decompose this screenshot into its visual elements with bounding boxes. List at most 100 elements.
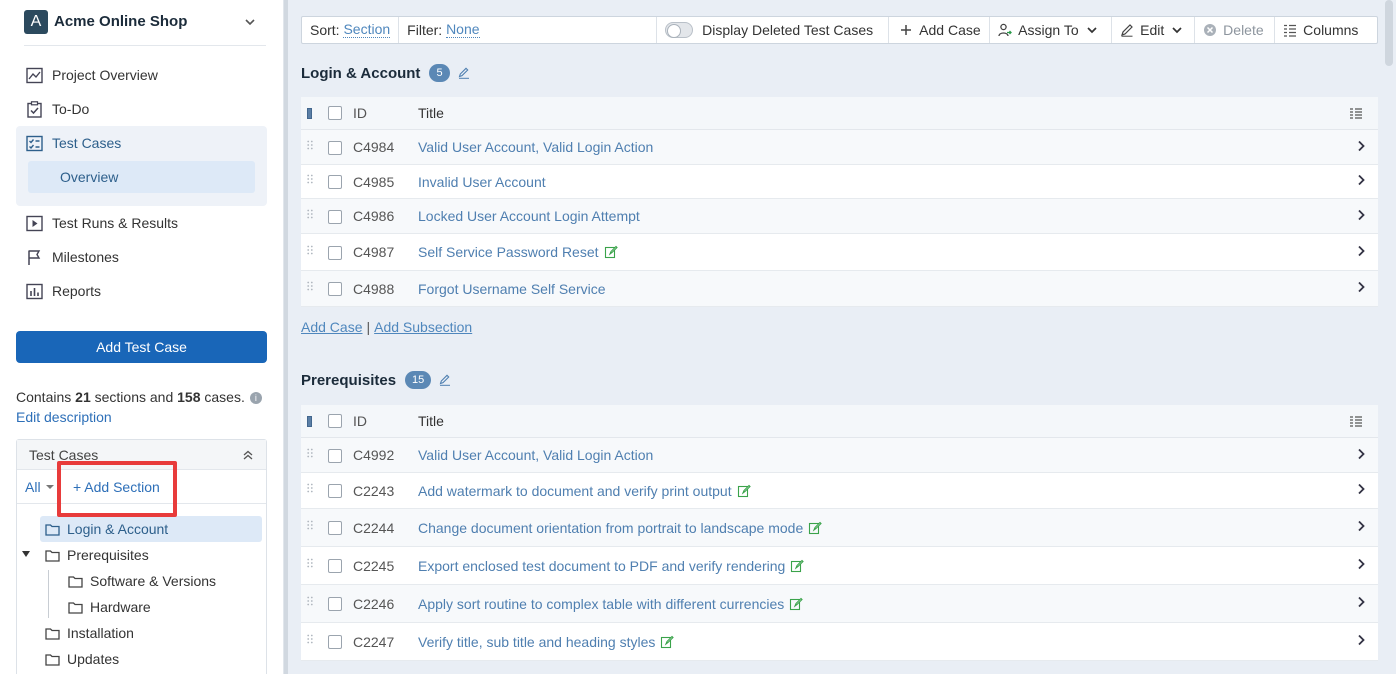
filter-control[interactable]: Filter: None	[399, 17, 658, 43]
project-switcher[interactable]: A Acme Online Shop	[24, 10, 266, 46]
columns-icon[interactable]	[1350, 108, 1362, 119]
case-title-link[interactable]: Self Service Password Reset	[418, 244, 618, 260]
table-row[interactable]: C4987 Self Service Password Reset	[301, 234, 1378, 271]
row-checkbox[interactable]	[328, 245, 342, 260]
nav-reports[interactable]: Reports	[16, 274, 267, 308]
column-header-title[interactable]: Title	[418, 105, 444, 121]
table-row[interactable]: C4992 Valid User Account, Valid Login Act…	[301, 438, 1378, 473]
drag-handle-icon[interactable]	[307, 140, 313, 150]
tree-node-installation[interactable]: Installation	[45, 620, 134, 646]
columns-button[interactable]: Columns	[1275, 17, 1377, 43]
nav-todo[interactable]: To-Do	[16, 92, 267, 126]
columns-icon[interactable]	[1350, 416, 1362, 427]
splitter[interactable]	[284, 0, 288, 674]
tree-node-hardware[interactable]: Hardware	[68, 594, 151, 620]
column-header-title[interactable]: Title	[418, 413, 444, 429]
nav-project-overview[interactable]: Project Overview	[16, 58, 267, 92]
chevron-right-icon[interactable]	[1357, 520, 1365, 532]
drag-handle-icon[interactable]	[307, 448, 313, 458]
add-case-link[interactable]: Add Case	[301, 319, 362, 335]
expand-triangle-icon[interactable]	[22, 551, 30, 557]
case-title-link[interactable]: Invalid User Account	[418, 174, 546, 190]
table-row[interactable]: C2243 Add watermark to document and verif…	[301, 473, 1378, 509]
add-case-button[interactable]: Add Case	[889, 17, 991, 43]
chevron-right-icon[interactable]	[1357, 558, 1365, 570]
chevron-right-icon[interactable]	[1357, 245, 1365, 257]
chevron-right-icon[interactable]	[1357, 483, 1365, 495]
row-checkbox[interactable]	[328, 175, 342, 189]
table-row[interactable]: C4984 Valid User Account, Valid Login Act…	[301, 130, 1378, 165]
info-icon[interactable]: i	[249, 392, 262, 404]
case-title-link[interactable]: Valid User Account, Valid Login Action	[418, 139, 653, 155]
row-checkbox[interactable]	[328, 484, 342, 498]
table-row[interactable]: C2245 Export enclosed test document to PD…	[301, 547, 1378, 585]
chevron-right-icon[interactable]	[1357, 209, 1365, 221]
edit-pencil-icon[interactable]	[458, 67, 470, 79]
delete-button[interactable]: Delete	[1195, 17, 1276, 43]
table-row[interactable]: C2246 Apply sort routine to complex table…	[301, 585, 1378, 623]
tree-node-software-versions[interactable]: Software & Versions	[68, 568, 216, 594]
edit-dropdown[interactable]: Edit	[1112, 17, 1196, 43]
row-checkbox[interactable]	[328, 597, 342, 611]
case-title-link[interactable]: Forgot Username Self Service	[418, 281, 606, 297]
drag-handle-icon[interactable]	[307, 483, 313, 493]
row-checkbox[interactable]	[328, 140, 342, 155]
table-row[interactable]: C2244 Change document orientation from po…	[301, 509, 1378, 547]
filter-value-link[interactable]: None	[446, 22, 480, 38]
vertical-scrollbar[interactable]	[1378, 0, 1396, 674]
row-checkbox[interactable]	[328, 448, 342, 463]
chevron-right-icon[interactable]	[1357, 634, 1365, 646]
drag-handle-icon[interactable]	[307, 281, 313, 291]
nav-milestones[interactable]: Milestones	[16, 240, 267, 274]
table-row[interactable]: C4986 Locked User Account Login Attempt	[301, 199, 1378, 234]
tree-node-login-account[interactable]: Login & Account	[40, 516, 262, 542]
chevron-right-icon[interactable]	[1357, 140, 1365, 152]
drag-handle-icon[interactable]	[307, 558, 313, 568]
drag-handle-icon[interactable]	[307, 174, 313, 184]
nav-test-cases[interactable]: Test Cases	[16, 126, 267, 160]
table-row[interactable]: C2247 Verify title, sub title and heading…	[301, 623, 1378, 661]
add-test-case-button[interactable]: Add Test Case	[16, 331, 267, 363]
select-all-checkbox[interactable]	[328, 414, 342, 428]
case-title-link[interactable]: Valid User Account, Valid Login Action	[418, 447, 653, 463]
edit-description-link[interactable]: Edit description	[16, 409, 112, 425]
case-title-link[interactable]: Locked User Account Login Attempt	[418, 208, 640, 224]
sort-value-link[interactable]: Section	[343, 22, 391, 38]
toggle-switch[interactable]	[665, 22, 694, 38]
case-title-link[interactable]: Change document orientation from portrai…	[418, 520, 823, 536]
case-title-link[interactable]: Verify title, sub title and heading styl…	[418, 634, 675, 650]
table-row[interactable]: C4985 Invalid User Account	[301, 165, 1378, 199]
case-title-link[interactable]: Export enclosed test document to PDF and…	[418, 558, 805, 574]
column-header-id[interactable]: ID	[353, 413, 367, 429]
table-row[interactable]: C4988 Forgot Username Self Service	[301, 271, 1378, 307]
select-all-checkbox[interactable]	[328, 106, 342, 120]
nav-test-runs[interactable]: Test Runs & Results	[16, 206, 267, 240]
nav-overview[interactable]: Overview	[28, 161, 255, 193]
drag-handle-icon[interactable]	[307, 245, 313, 255]
row-checkbox[interactable]	[328, 282, 342, 296]
drag-handle-icon[interactable]	[307, 634, 313, 644]
case-title-link[interactable]: Apply sort routine to complex table with…	[418, 596, 804, 612]
row-checkbox[interactable]	[328, 635, 342, 649]
drag-handle-icon[interactable]	[307, 520, 313, 530]
tree-node-prerequisites[interactable]: Prerequisites	[45, 542, 149, 568]
chevron-right-icon[interactable]	[1357, 596, 1365, 608]
scrollbar-thumb[interactable]	[1385, 0, 1393, 66]
tree-node-updates[interactable]: Updates	[45, 646, 119, 672]
collapse-icon[interactable]	[242, 449, 254, 461]
sort-control[interactable]: Sort: Section	[302, 17, 400, 43]
row-checkbox[interactable]	[328, 209, 342, 224]
filter-all-dropdown[interactable]: All	[25, 479, 54, 495]
case-title-link[interactable]: Add watermark to document and verify pri…	[418, 483, 751, 499]
row-checkbox[interactable]	[328, 559, 342, 573]
chevron-right-icon[interactable]	[1357, 174, 1365, 186]
chevron-right-icon[interactable]	[1357, 281, 1365, 293]
assign-to-dropdown[interactable]: Assign To	[990, 17, 1113, 43]
add-subsection-link[interactable]: Add Subsection	[374, 319, 472, 335]
chevron-right-icon[interactable]	[1357, 448, 1365, 460]
column-header-id[interactable]: ID	[353, 105, 367, 121]
display-deleted-toggle[interactable]: Display Deleted Test Cases	[657, 17, 890, 43]
row-checkbox[interactable]	[328, 521, 342, 535]
drag-handle-icon[interactable]	[307, 209, 313, 219]
drag-handle-icon[interactable]	[307, 596, 313, 606]
